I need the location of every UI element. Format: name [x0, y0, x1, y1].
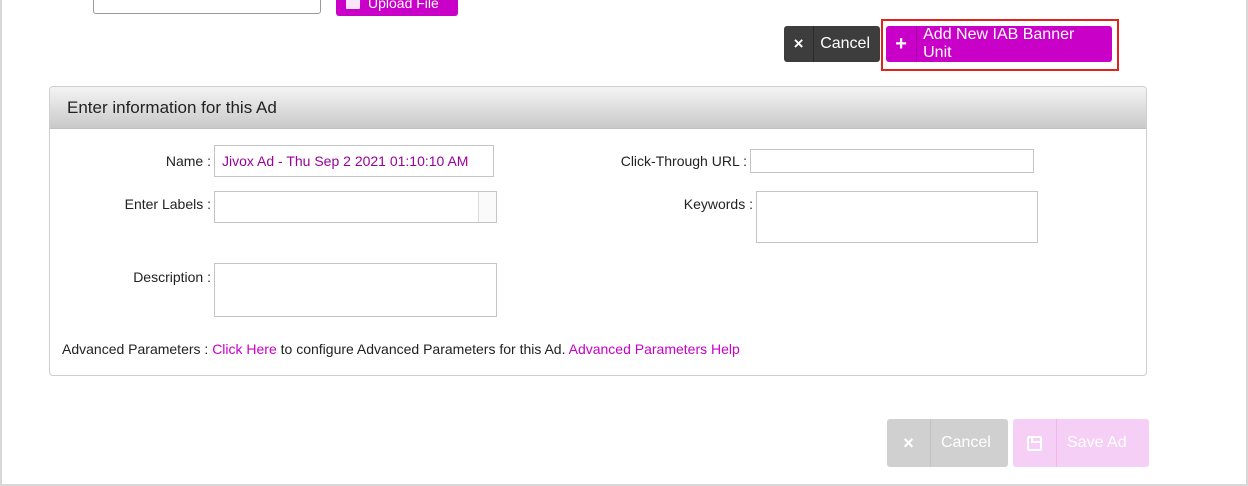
upload-file-button[interactable]: Upload File [336, 0, 458, 16]
upload-file-label: Upload File [368, 0, 439, 11]
add-iab-banner-unit-button[interactable]: + Add New IAB Banner Unit [886, 26, 1112, 62]
labels-label: Enter Labels : [124, 196, 211, 212]
keywords-label: Keywords : [683, 196, 753, 212]
name-field[interactable]: Jivox Ad - Thu Sep 2 2021 01:10:10 AM [214, 145, 494, 177]
advanced-parameters-row: Advanced Parameters : Click Here to conf… [62, 341, 740, 357]
click-through-url-field[interactable] [750, 149, 1034, 173]
cancel-bottom-label: Cancel [941, 434, 991, 451]
panel-title: Enter information for this Ad [50, 87, 1146, 129]
close-icon: × [784, 26, 815, 62]
advanced-parameters-label: Advanced Parameters : [62, 341, 209, 357]
cancel-button-top[interactable]: × Cancel [784, 26, 880, 62]
description-field[interactable] [214, 263, 497, 317]
advanced-parameters-help-link[interactable]: Advanced Parameters Help [569, 341, 740, 357]
save-ad-label: Save Ad [1067, 434, 1127, 451]
labels-field-handle[interactable] [478, 192, 496, 222]
save-ad-button[interactable]: Save Ad [1013, 419, 1149, 467]
file-path-input[interactable] [93, 0, 321, 14]
click-through-url-label: Click-Through URL : [620, 153, 747, 169]
add-iab-banner-unit-label: Add New IAB Banner Unit [923, 26, 1075, 61]
cancel-button-label: Cancel [820, 35, 870, 52]
advanced-parameters-text: to configure Advanced Parameters for thi… [276, 341, 569, 357]
description-label: Description : [133, 269, 211, 285]
labels-field[interactable] [214, 191, 497, 223]
cancel-button-bottom[interactable]: × Cancel [887, 419, 1008, 467]
click-here-link[interactable]: Click Here [212, 341, 277, 357]
plus-icon: + [886, 26, 918, 62]
upload-icon [346, 0, 360, 9]
save-icon [1013, 419, 1057, 467]
keywords-field[interactable] [756, 191, 1038, 243]
close-icon: × [887, 419, 931, 467]
name-label: Name : [165, 153, 211, 169]
